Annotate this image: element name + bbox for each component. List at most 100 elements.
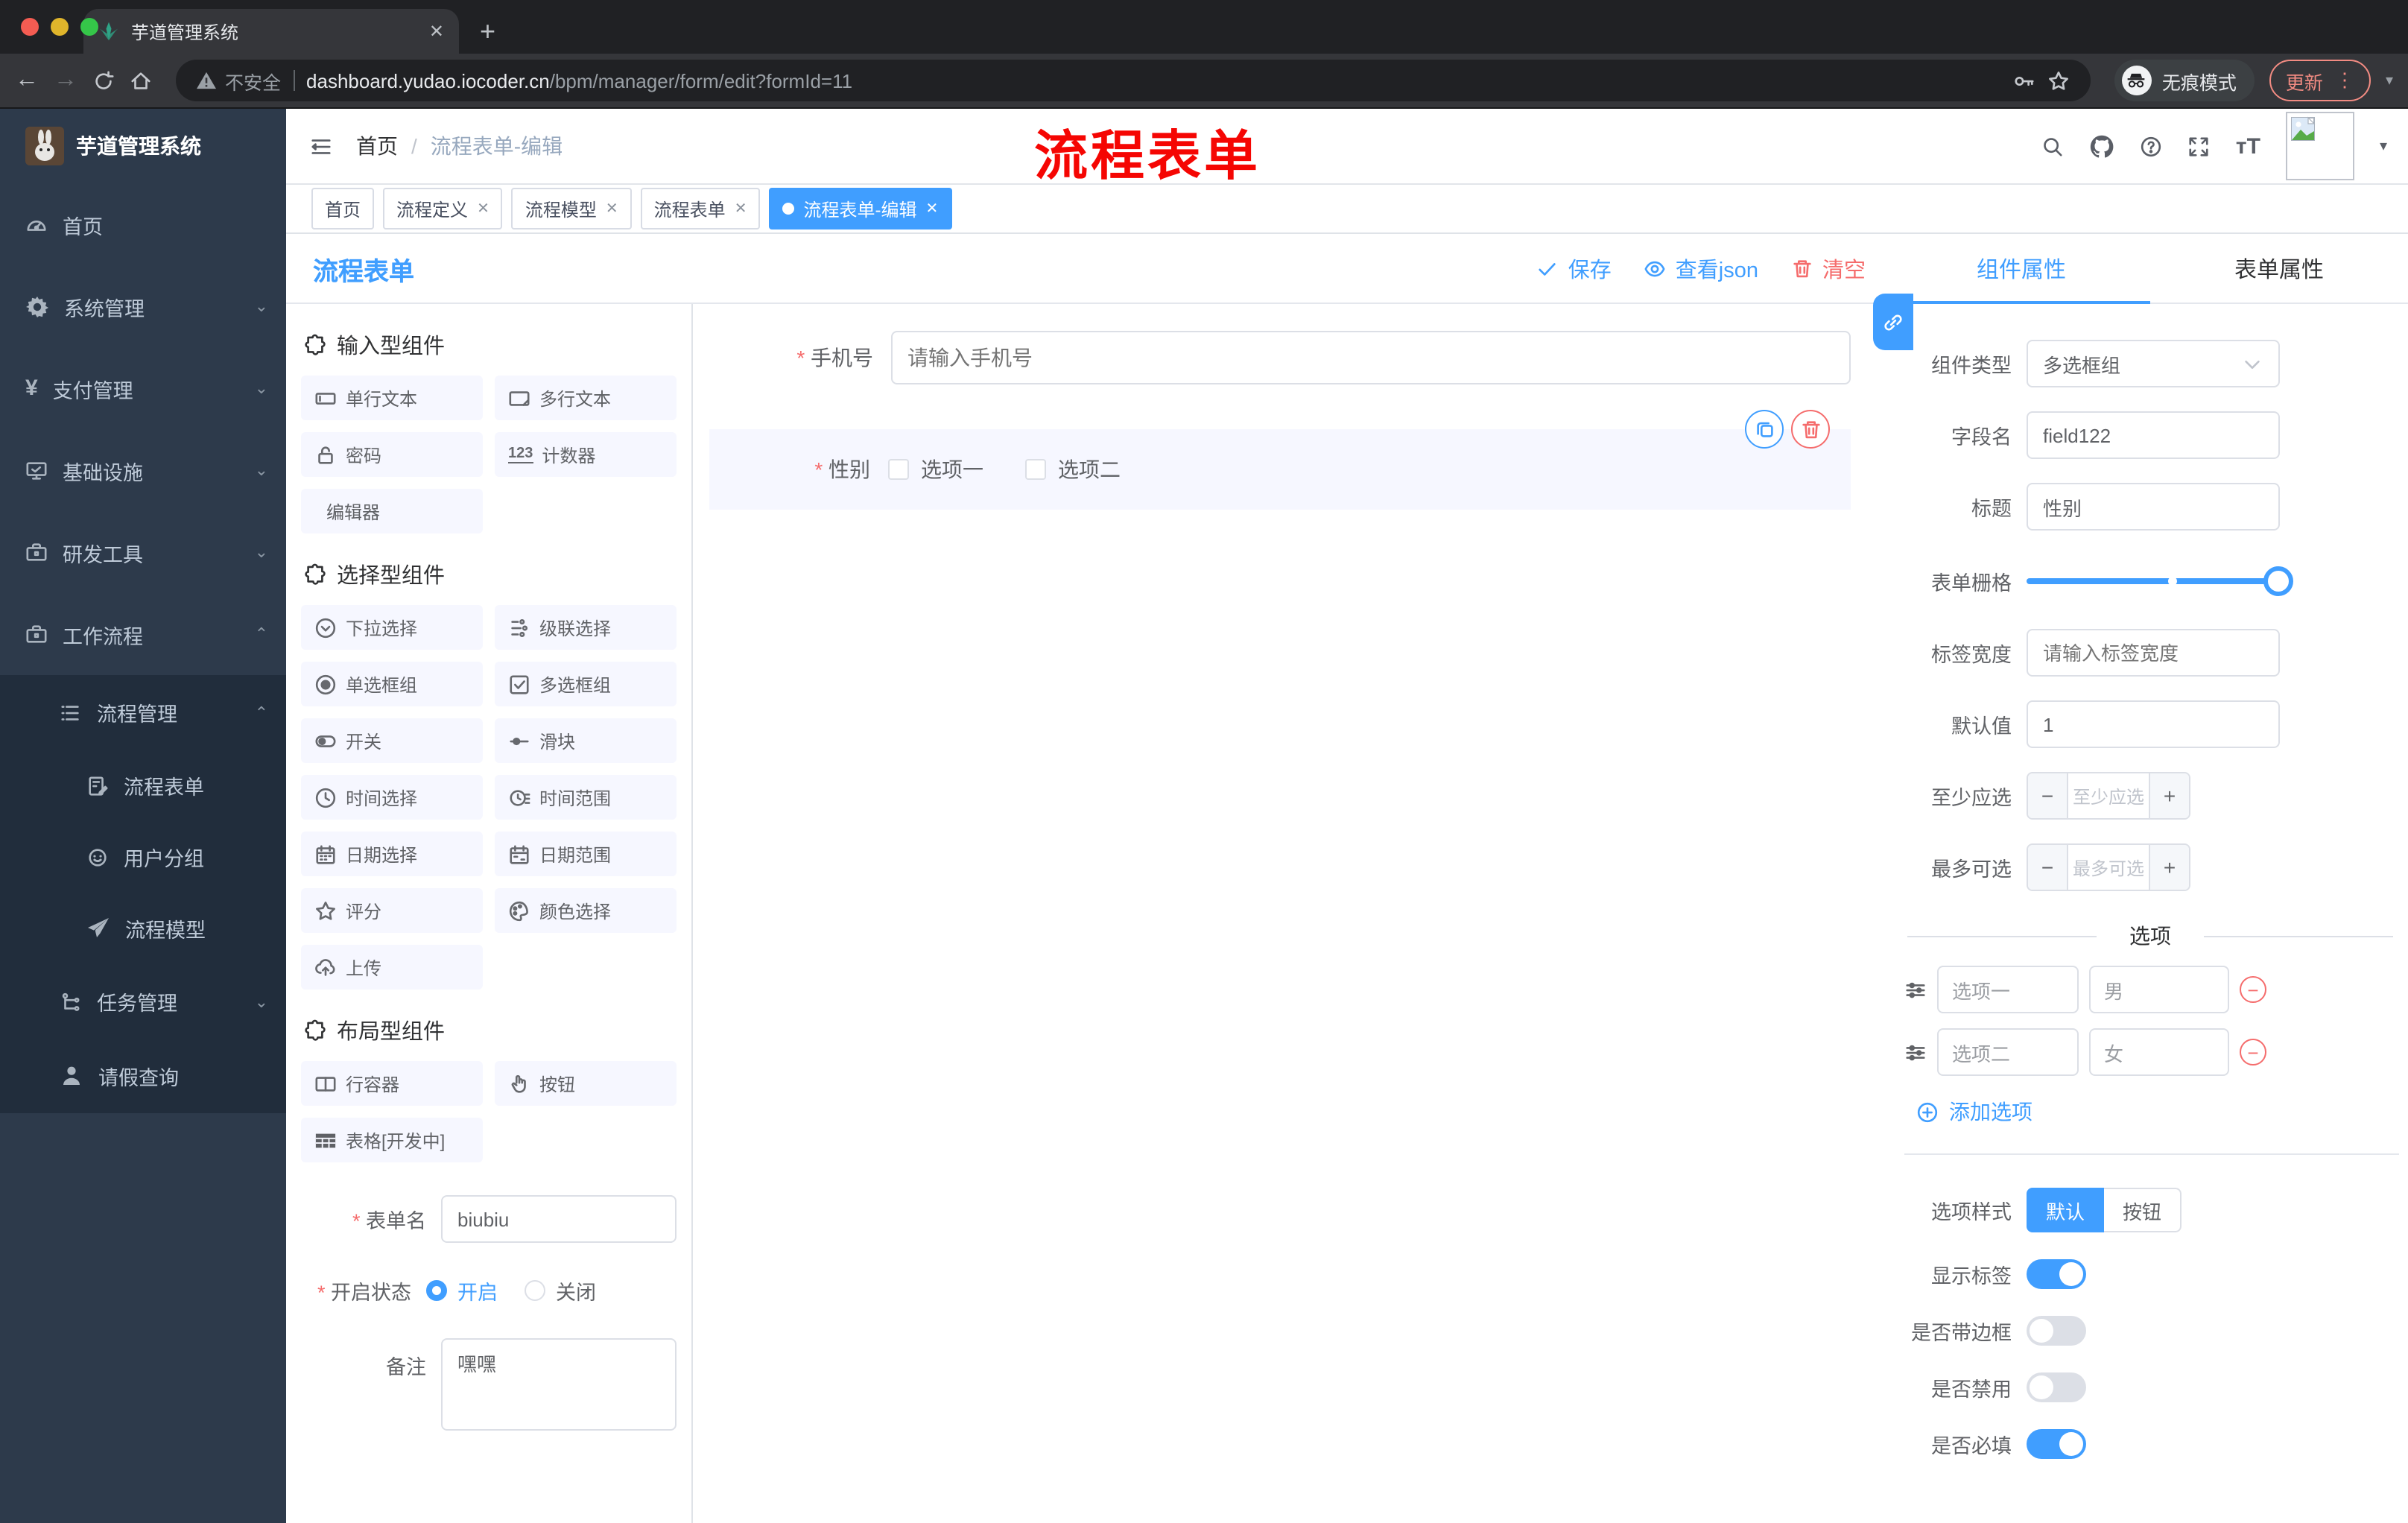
- sidebar-item-7[interactable]: 流程管理 ⌃: [0, 675, 286, 750]
- security-warning[interactable]: 不安全: [197, 66, 281, 95]
- plus-button[interactable]: +: [2149, 773, 2189, 818]
- window-controls[interactable]: [21, 18, 98, 36]
- sidebar-item-1[interactable]: 首页: [0, 183, 286, 265]
- palette-item[interactable]: 单行文本: [301, 376, 483, 420]
- palette-item[interactable]: 颜色选择: [495, 888, 677, 933]
- font-size-icon[interactable]: тT: [2236, 133, 2260, 159]
- clear-button[interactable]: 清空: [1791, 253, 1866, 284]
- remark-textarea[interactable]: 嘿嘿: [441, 1338, 677, 1431]
- component-type-select[interactable]: 多选框组: [2027, 340, 2280, 387]
- palette-item[interactable]: 下拉选择: [301, 605, 483, 650]
- home-button[interactable]: [130, 69, 152, 92]
- sidebar-item-12[interactable]: 请假查询: [0, 1039, 286, 1113]
- sidebar-item-5[interactable]: 研发工具 ⌄: [0, 511, 286, 593]
- update-button[interactable]: 更新 ⋮: [2269, 60, 2371, 101]
- link-handle-tab[interactable]: [1873, 294, 1913, 350]
- form-canvas[interactable]: 手机号 性别 选项一 选项二: [693, 304, 1892, 1523]
- palette-item[interactable]: 开关: [301, 718, 483, 763]
- sidebar-item-8[interactable]: 流程表单: [0, 750, 286, 821]
- avatar-caret-icon[interactable]: ▾: [2380, 138, 2387, 154]
- github-icon[interactable]: [2090, 133, 2115, 159]
- bookmark-star-icon[interactable]: [2047, 69, 2070, 92]
- toggle-off[interactable]: [2027, 1316, 2086, 1346]
- palette-item[interactable]: 上传: [301, 945, 483, 990]
- tab-close-icon[interactable]: ✕: [429, 21, 444, 42]
- sidebar-item-2[interactable]: 系统管理 ⌄: [0, 265, 286, 347]
- breadcrumb-home[interactable]: 首页: [356, 131, 398, 161]
- duplicate-component-button[interactable]: [1745, 410, 1784, 449]
- palette-item[interactable]: 日期范围: [495, 832, 677, 876]
- tab-component-props[interactable]: 组件属性: [1892, 234, 2150, 304]
- palette-item[interactable]: 级联选择: [495, 605, 677, 650]
- palette-item[interactable]: 评分: [301, 888, 483, 933]
- palette-item[interactable]: 单选框组: [301, 662, 483, 706]
- gender-checkbox-option[interactable]: 选项一: [888, 455, 983, 484]
- forward-button[interactable]: →: [54, 68, 77, 92]
- palette-item[interactable]: 时间选择: [301, 775, 483, 820]
- field-name-input[interactable]: [2027, 411, 2280, 459]
- checkbox-icon[interactable]: [888, 459, 909, 480]
- close-window-button[interactable]: [21, 18, 39, 36]
- maximize-window-button[interactable]: [80, 18, 98, 36]
- url-text[interactable]: dashboard.yudao.iocoder.cn/bpm/manager/f…: [306, 69, 852, 92]
- palette-item[interactable]: 时间范围: [495, 775, 677, 820]
- form-name-input[interactable]: [441, 1195, 677, 1243]
- view-json-button[interactable]: 查看json: [1644, 253, 1758, 284]
- label-width-input[interactable]: [2027, 629, 2280, 677]
- minus-button[interactable]: −: [2028, 773, 2068, 818]
- minimize-window-button[interactable]: [51, 18, 69, 36]
- remove-option-button[interactable]: −: [2240, 1039, 2266, 1066]
- status-on-radio[interactable]: 开启: [426, 1276, 498, 1305]
- grid-slider[interactable]: [2027, 566, 2293, 596]
- phone-field-row[interactable]: 手机号: [709, 331, 1851, 384]
- browser-tab[interactable]: 芋道管理系统 ✕: [83, 9, 459, 54]
- back-button[interactable]: ←: [15, 68, 39, 92]
- gender-checkbox-option[interactable]: 选项二: [1025, 455, 1121, 484]
- minus-button[interactable]: −: [2028, 845, 2068, 890]
- slider-handle[interactable]: [2263, 566, 2293, 596]
- checkbox-icon[interactable]: [1025, 459, 1046, 480]
- tag-close-icon[interactable]: ✕: [606, 200, 618, 217]
- palette-item[interactable]: 123 计数器: [495, 432, 677, 477]
- view-tag-1[interactable]: 首页: [311, 188, 375, 229]
- palette-item[interactable]: 表格[开发中]: [301, 1118, 483, 1162]
- default-value-input[interactable]: [2027, 700, 2280, 748]
- tab-form-props[interactable]: 表单属性: [2150, 234, 2408, 303]
- sidebar-item-4[interactable]: 基础设施 ⌄: [0, 429, 286, 511]
- delete-component-button[interactable]: [1791, 410, 1830, 449]
- min-select-stepper[interactable]: − 至少应选 +: [2027, 772, 2190, 820]
- palette-item[interactable]: 日期选择: [301, 832, 483, 876]
- option-value-input[interactable]: [2089, 1028, 2229, 1076]
- status-off-radio[interactable]: 关闭: [525, 1276, 596, 1305]
- new-tab-button[interactable]: +: [480, 16, 495, 48]
- address-bar[interactable]: 不安全 dashboard.yudao.iocoder.cn/bpm/manag…: [176, 60, 2091, 101]
- style-default-button[interactable]: 默认: [2027, 1188, 2104, 1232]
- toggle-on[interactable]: [2027, 1259, 2086, 1289]
- view-tag-4[interactable]: 流程表单 ✕: [640, 188, 761, 229]
- browser-menu-icon[interactable]: ⋮: [2335, 69, 2354, 92]
- plus-button[interactable]: +: [2149, 845, 2189, 890]
- drag-handle-icon[interactable]: [1904, 1041, 1927, 1063]
- view-tag-5[interactable]: 流程表单-编辑 ✕: [769, 188, 952, 229]
- reload-button[interactable]: [92, 69, 115, 92]
- toggle-on[interactable]: [2027, 1429, 2086, 1459]
- collapse-sidebar-button[interactable]: [310, 135, 332, 157]
- phone-input[interactable]: [891, 331, 1851, 384]
- palette-item[interactable]: 行容器: [301, 1061, 483, 1106]
- palette-item[interactable]: 滑块: [495, 718, 677, 763]
- search-icon[interactable]: [2042, 135, 2065, 157]
- fullscreen-icon[interactable]: [2188, 135, 2211, 157]
- palette-item[interactable]: 多选框组: [495, 662, 677, 706]
- palette-item[interactable]: 密码: [301, 432, 483, 477]
- view-tag-3[interactable]: 流程模型 ✕: [511, 188, 632, 229]
- palette-item[interactable]: 按钮: [495, 1061, 677, 1106]
- tag-close-icon[interactable]: ✕: [477, 200, 489, 217]
- option-value-input[interactable]: [2089, 966, 2229, 1013]
- tag-close-icon[interactable]: ✕: [925, 200, 938, 217]
- style-button-button[interactable]: 按钮: [2104, 1188, 2182, 1232]
- title-input[interactable]: [2027, 483, 2280, 531]
- help-icon[interactable]: [2141, 135, 2163, 157]
- sidebar-item-9[interactable]: 用户分组: [0, 821, 286, 893]
- tag-close-icon[interactable]: ✕: [735, 200, 747, 217]
- sidebar-item-3[interactable]: ¥ 支付管理 ⌄: [0, 347, 286, 429]
